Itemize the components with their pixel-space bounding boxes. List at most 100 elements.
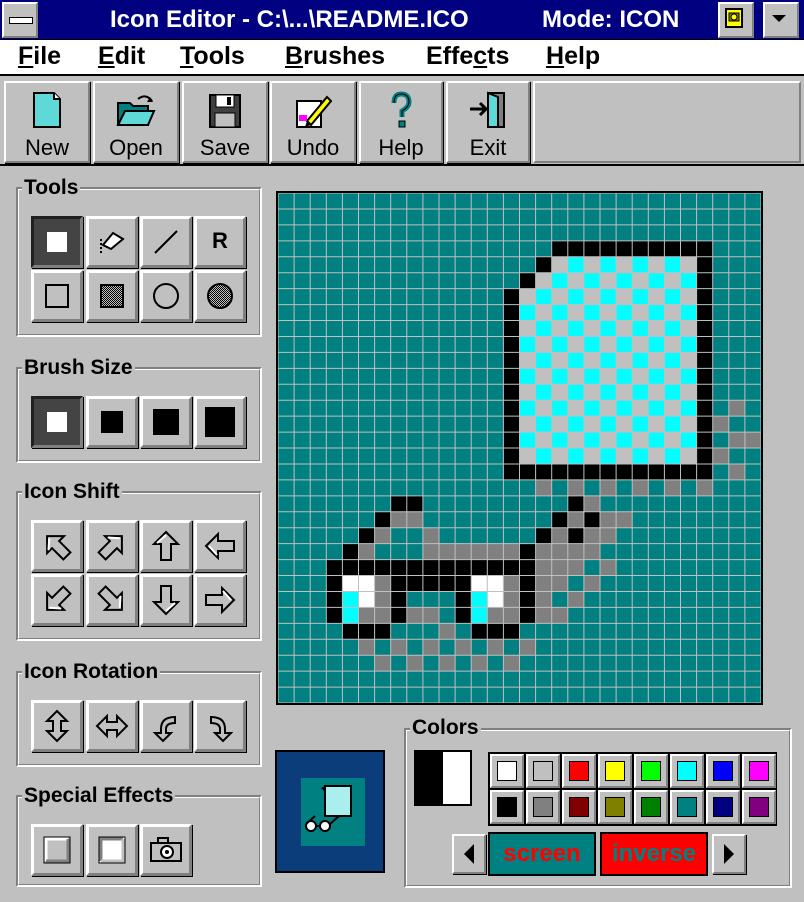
- tool-line-button[interactable]: [140, 216, 192, 268]
- color-swatch[interactable]: [670, 790, 704, 824]
- menu-tools[interactable]: Tools: [180, 42, 245, 71]
- menu-brushes[interactable]: Brushes: [285, 42, 385, 71]
- ellipse-outline-icon: [153, 283, 179, 309]
- inverse-color-button[interactable]: inverse: [600, 832, 708, 876]
- shift-up-right-button[interactable]: [86, 520, 138, 572]
- color-swatch[interactable]: [526, 754, 560, 788]
- tools-group-label: Tools: [22, 176, 81, 200]
- color-swatch[interactable]: [742, 790, 776, 824]
- rotate-left-button[interactable]: [140, 700, 192, 752]
- paint-bucket-icon: [100, 231, 125, 253]
- pixel-grid[interactable]: [277, 192, 762, 704]
- tool-replace-button[interactable]: R: [194, 216, 246, 268]
- system-menu-button[interactable]: [2, 2, 38, 38]
- chevron-down-icon: [772, 15, 786, 22]
- camera-icon: [150, 837, 182, 862]
- color-swatch[interactable]: [598, 754, 632, 788]
- color-swatch-fill: [569, 761, 589, 781]
- tool-fill-button[interactable]: [86, 216, 138, 268]
- rotate-right-button[interactable]: [194, 700, 246, 752]
- brush-size-xlarge-icon: [205, 407, 235, 437]
- arrow-left-icon: [464, 844, 474, 864]
- help-button[interactable]: Help: [359, 81, 443, 163]
- brush-size-4-button[interactable]: [194, 396, 246, 448]
- color-swatch[interactable]: [562, 790, 596, 824]
- tool-rectangle-button[interactable]: [31, 270, 83, 322]
- color-swatch[interactable]: [706, 790, 740, 824]
- undo-pencil-icon: [296, 95, 333, 128]
- help-label: Help: [378, 135, 424, 160]
- arrow-left-icon: [204, 531, 235, 561]
- color-swatch-fill: [497, 797, 517, 817]
- flip-vertical-button[interactable]: [31, 700, 83, 752]
- tool-pencil-button[interactable]: [31, 216, 83, 268]
- brush-size-1-button[interactable]: [31, 396, 83, 448]
- new-label: New: [24, 135, 69, 160]
- brush-size-small-icon: [47, 412, 67, 432]
- menu-file[interactable]: File: [18, 42, 61, 71]
- icon-edit-canvas[interactable]: [276, 191, 763, 705]
- color-swatch-fill: [749, 797, 769, 817]
- shift-down-right-button[interactable]: [86, 574, 138, 626]
- tool-filled-rectangle-button[interactable]: [86, 270, 138, 322]
- brush-size-2-button[interactable]: [86, 396, 138, 448]
- screen-color-button[interactable]: screen: [488, 832, 596, 876]
- line-tool-icon: [154, 230, 178, 254]
- menu-effects[interactable]: Effects: [426, 42, 509, 71]
- color-swatch[interactable]: [598, 790, 632, 824]
- special-effects-group-label: Special Effects: [22, 784, 176, 808]
- color-swatch[interactable]: [526, 790, 560, 824]
- raised-effect-button[interactable]: [31, 824, 83, 876]
- palette-scroll-left-button[interactable]: [452, 834, 486, 874]
- tool-filled-ellipse-button[interactable]: [194, 270, 246, 322]
- menu-help[interactable]: Help: [546, 42, 600, 71]
- pencil-tool-icon: [47, 232, 67, 252]
- color-palette: [488, 752, 777, 826]
- icon-rotation-group-label: Icon Rotation: [22, 660, 161, 684]
- toolbar-empty-area: [533, 81, 801, 163]
- color-swatch[interactable]: [490, 790, 524, 824]
- color-swatch-fill: [749, 761, 769, 781]
- open-label: Open: [109, 135, 163, 160]
- menu-edit[interactable]: Edit: [98, 42, 145, 71]
- toolbar: New Open Save Undo Help Exit: [0, 78, 804, 166]
- shift-down-left-button[interactable]: [31, 574, 83, 626]
- minimize-button[interactable]: [718, 2, 754, 38]
- brush-size-3-button[interactable]: [140, 396, 192, 448]
- shift-up-button[interactable]: [140, 520, 192, 572]
- current-colors-indicator: [414, 750, 472, 806]
- arrow-up-icon: [151, 530, 181, 561]
- undo-label: Undo: [286, 135, 340, 160]
- shift-left-button[interactable]: [194, 520, 246, 572]
- flip-vertical-icon: [44, 709, 70, 743]
- brush-size-medium-icon: [101, 411, 123, 433]
- flip-horizontal-icon: [95, 713, 129, 739]
- undo-button[interactable]: Undo: [270, 81, 356, 163]
- color-swatch[interactable]: [742, 754, 776, 788]
- palette-scroll-right-button[interactable]: [712, 834, 746, 874]
- raised-frame-icon: [43, 836, 71, 864]
- color-swatch[interactable]: [670, 754, 704, 788]
- replace-tool-icon: R: [212, 228, 228, 253]
- color-swatch[interactable]: [706, 754, 740, 788]
- color-swatch-fill: [533, 761, 553, 781]
- shift-right-button[interactable]: [194, 574, 246, 626]
- dropdown-button[interactable]: [763, 2, 799, 38]
- open-button[interactable]: Open: [93, 81, 179, 163]
- color-swatch-fill: [713, 797, 733, 817]
- color-swatch[interactable]: [634, 754, 668, 788]
- tool-ellipse-button[interactable]: [140, 270, 192, 322]
- title-bar: Icon Editor - C:\...\README.ICO Mode: IC…: [0, 0, 804, 40]
- new-button[interactable]: New: [4, 81, 90, 163]
- color-swatch[interactable]: [634, 790, 668, 824]
- floppy-disk-icon: [209, 94, 241, 128]
- color-swatch[interactable]: [562, 754, 596, 788]
- exit-button[interactable]: Exit: [446, 81, 530, 163]
- flip-horizontal-button[interactable]: [86, 700, 138, 752]
- sunken-effect-button[interactable]: [86, 824, 138, 876]
- color-swatch[interactable]: [490, 754, 524, 788]
- save-button[interactable]: Save: [182, 81, 268, 163]
- shift-down-button[interactable]: [140, 574, 192, 626]
- capture-screen-button[interactable]: [140, 824, 192, 876]
- shift-up-left-button[interactable]: [31, 520, 83, 572]
